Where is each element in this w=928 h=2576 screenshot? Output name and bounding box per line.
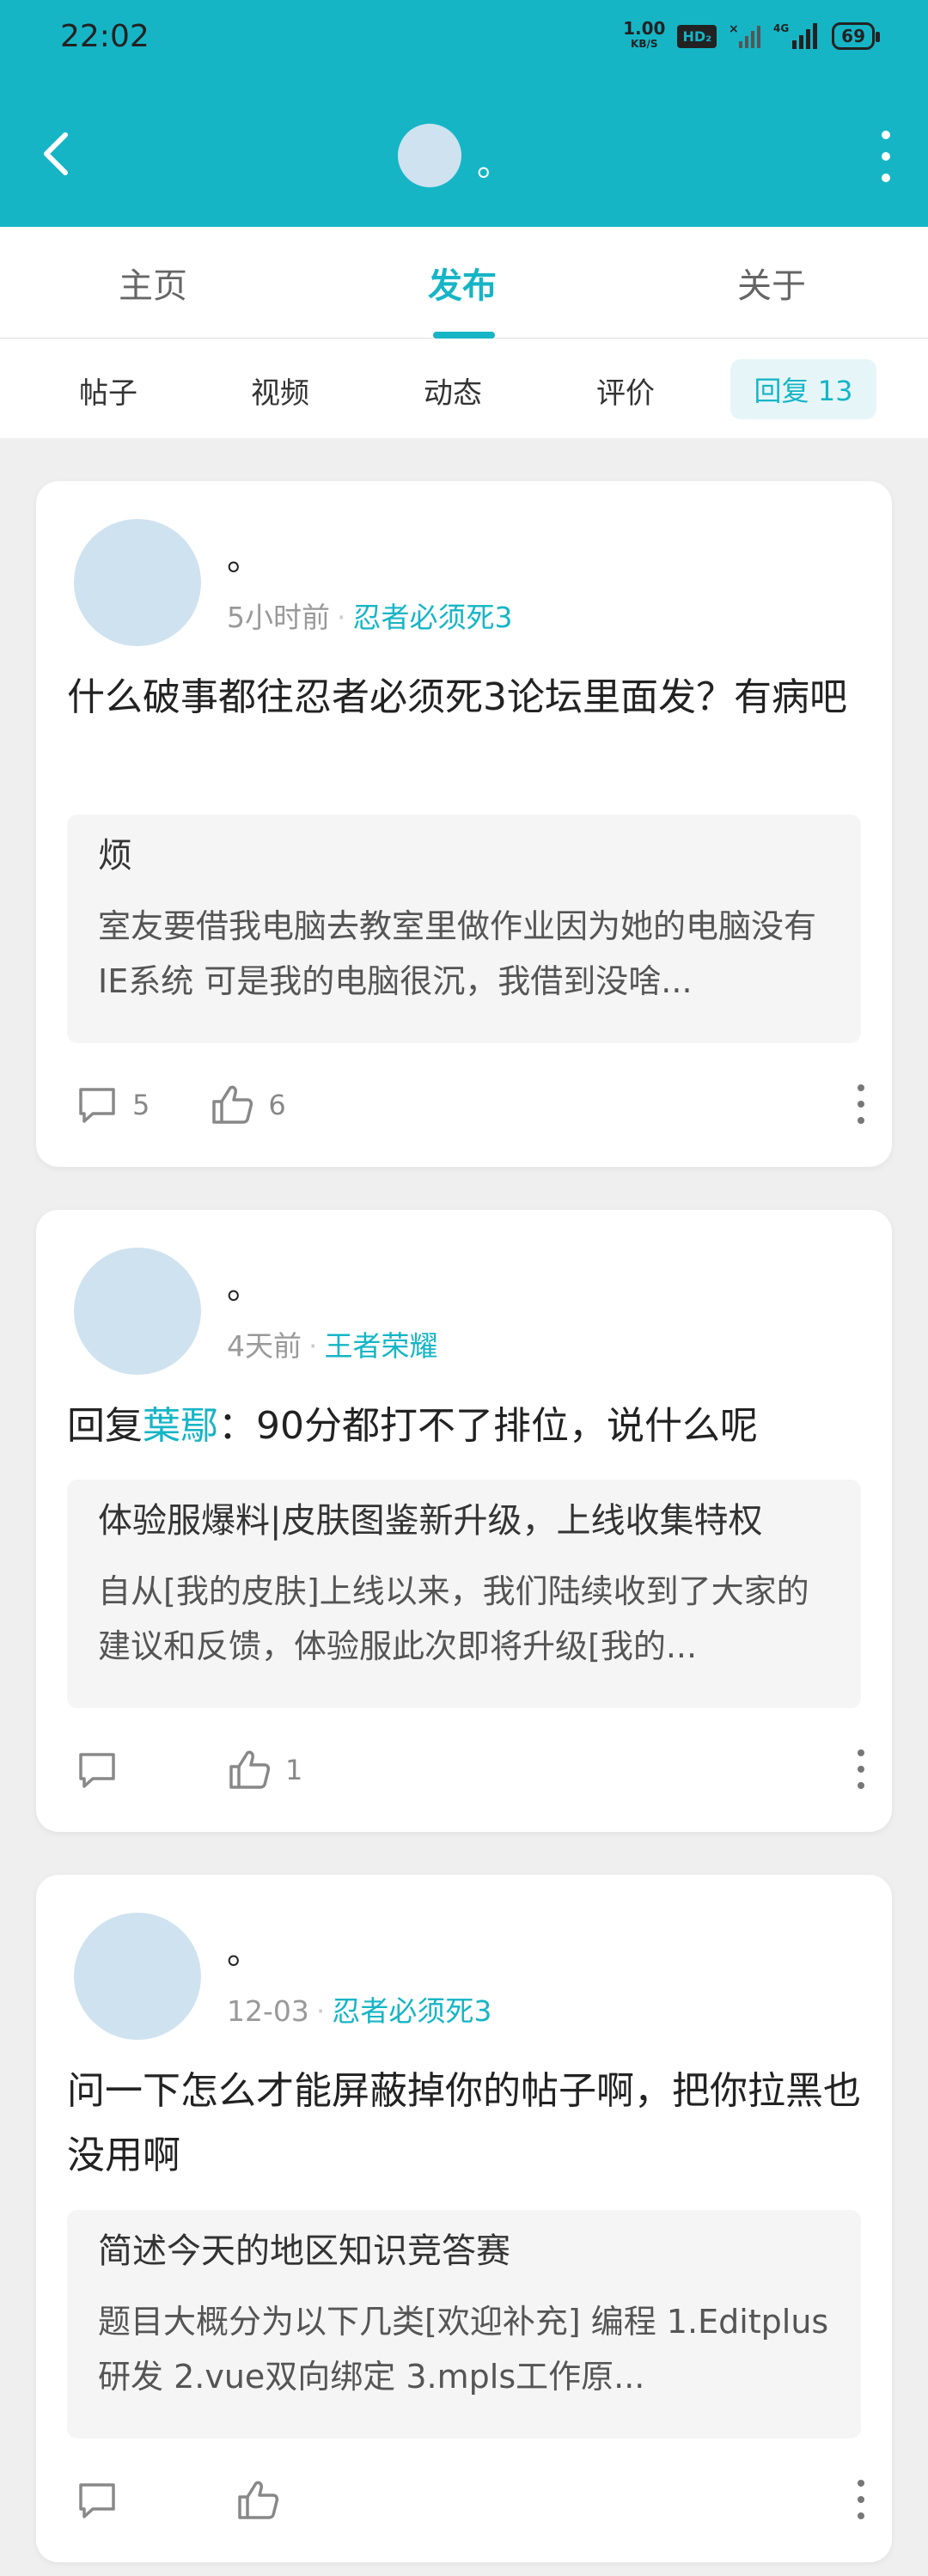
meta-separator: · <box>337 601 346 634</box>
more-dot <box>858 1101 864 1108</box>
post-title: 问一下怎么才能屏蔽掉你的帖子啊，把你拉黑也没用啊 <box>67 2069 861 2177</box>
post-card[interactable]: 。 4天前 · 王者荣耀 回复葉鄢：90分都打不了排位，说什么呢 体验服爆料|皮肤图… <box>36 1210 892 1832</box>
sub-tabs: 帖子 视频 动态 评价 回复 13 <box>0 339 928 438</box>
like-button[interactable]: 1 <box>227 1748 302 1792</box>
tab-about[interactable]: 关于 <box>737 258 806 308</box>
subtab-videos[interactable]: 视频 <box>251 369 309 412</box>
comment-icon <box>79 1088 115 1123</box>
post-card[interactable]: 。 12-03 · 忍者必须死3 问一下怎么才能屏蔽掉你的帖子啊，把你拉黑也没用啊 … <box>36 1875 892 2562</box>
battery-icon: 69 <box>832 22 880 50</box>
card-more-button[interactable] <box>856 2480 866 2519</box>
meta-separator: · <box>315 1994 326 2028</box>
back-button[interactable] <box>34 124 77 184</box>
post-meta: 5小时前 · 忍者必须死3 <box>227 595 513 636</box>
reply-text: ：90分都打不了排位，说什么呢 <box>218 1404 758 1448</box>
more-dot <box>882 131 890 139</box>
post-actions: 5 6 <box>76 1079 866 1131</box>
more-dot <box>858 2480 864 2487</box>
comment-button[interactable]: 5 <box>76 1084 150 1126</box>
more-dot <box>858 2496 864 2503</box>
user-avatar[interactable] <box>398 124 461 187</box>
tab-home[interactable]: 主页 <box>119 258 187 308</box>
comment-button[interactable] <box>76 2480 132 2521</box>
thumbs-up-icon <box>212 1085 253 1124</box>
status-time: 22:02 <box>60 19 150 54</box>
reply-to-user[interactable]: 葉鄢 <box>143 1404 218 1448</box>
svg-text:×: × <box>729 22 739 36</box>
forum-link[interactable]: 忍者必须死3 <box>353 601 513 634</box>
quoted-post-title: 简述今天的地区知识竞答赛 <box>98 2231 510 2271</box>
like-count: 6 <box>268 1089 286 1121</box>
author-name: 。 <box>227 539 261 578</box>
comment-icon <box>79 2483 115 2518</box>
more-options-button[interactable] <box>873 131 899 182</box>
more-dot <box>858 1084 864 1091</box>
forum-link[interactable]: 王者荣耀 <box>325 1329 438 1363</box>
subtab-reviews[interactable]: 评价 <box>596 369 655 412</box>
comment-icon <box>79 1753 115 1788</box>
post-actions: 1 <box>76 1744 866 1796</box>
meta-separator: · <box>308 1329 318 1363</box>
quoted-post[interactable]: 烦 室友要借我电脑去教室里做作业因为她的电脑没有IE系统 可是我的电脑很沉，我借… <box>67 815 861 1043</box>
hd-voice-icon: HD₂ <box>677 24 717 48</box>
active-tab-indicator <box>433 332 495 339</box>
author-name: 。 <box>227 1932 261 1972</box>
like-button[interactable]: 6 <box>210 1083 286 1127</box>
more-dot <box>858 1766 864 1773</box>
quoted-post-body: 自从[我的皮肤]上线以来，我们陆续收到了大家的建议和反馈，体验服此次即将升级[我… <box>98 1572 809 1665</box>
status-icons: 1.00 KB/S HD₂ × 4G 69 <box>623 20 880 52</box>
comment-button[interactable] <box>76 1749 132 1791</box>
quoted-post[interactable]: 简述今天的地区知识竞答赛 题目大概分为以下几类[欢迎补充] 编程 1.Editp… <box>67 2210 861 2439</box>
post-card[interactable]: 。 5小时前 · 忍者必须死3 什么破事都往忍者必须死3论坛里面发？有病吧 烦 室友… <box>36 481 892 1167</box>
tab-posts-published[interactable]: 发布 <box>428 258 497 308</box>
card-more-button[interactable] <box>856 1749 866 1789</box>
card-more-button[interactable] <box>856 1084 866 1124</box>
main-tabs: 主页 发布 关于 <box>0 227 928 339</box>
like-count: 1 <box>285 1754 303 1786</box>
more-dot <box>858 1782 864 1789</box>
more-dot <box>858 2512 864 2519</box>
forum-link[interactable]: 忍者必须死3 <box>332 1994 491 2028</box>
thumbs-up-icon <box>229 1750 271 1789</box>
author-name: 。 <box>227 1267 261 1307</box>
post-actions <box>76 2475 866 2526</box>
post-title: 回复葉鄢：90分都打不了排位，说什么呢 <box>67 1394 866 1458</box>
quoted-post-title: 体验服爆料|皮肤图鉴新升级，上线收集特权 <box>98 1501 763 1541</box>
wifi-off-signal-icon: × <box>729 22 761 48</box>
avatar[interactable] <box>74 1913 201 2040</box>
more-dot <box>882 152 890 161</box>
quoted-post-body: 室友要借我电脑去教室里做作业因为她的电脑没有IE系统 可是我的电脑很沉，我借到没… <box>98 907 817 1000</box>
thumbs-up-icon <box>238 2481 279 2519</box>
more-dot <box>858 1117 864 1124</box>
subtab-moments[interactable]: 动态 <box>424 369 482 412</box>
user-name: 。 <box>477 144 511 184</box>
chevron-left-icon <box>44 132 68 175</box>
like-button[interactable] <box>235 2478 294 2523</box>
more-dot <box>882 174 890 182</box>
quoted-post-title: 烦 <box>98 836 132 876</box>
post-meta: 4天前 · 王者荣耀 <box>227 1323 438 1364</box>
svg-text:4G: 4G <box>773 22 789 34</box>
post-meta: 12-03 · 忍者必须死3 <box>227 1988 491 2030</box>
cellular-signal-icon: 4G <box>773 22 818 49</box>
post-title: 什么破事都往忍者必须死3论坛里面发？有病吧 <box>67 675 847 719</box>
avatar[interactable] <box>74 519 201 646</box>
post-time: 5小时前 <box>227 601 330 634</box>
post-time: 12-03 <box>227 1994 309 2028</box>
reply-prefix: 回复 <box>67 1404 143 1448</box>
avatar[interactable] <box>74 1248 201 1375</box>
top-app-bar: 22:02 1.00 KB/S HD₂ × 4G 69 。 <box>0 0 928 227</box>
post-time: 4天前 <box>227 1329 302 1363</box>
quoted-post[interactable]: 体验服爆料|皮肤图鉴新升级，上线收集特权 自从[我的皮肤]上线以来，我们陆续收到… <box>67 1480 861 1708</box>
quoted-post-body: 题目大概分为以下几类[欢迎补充] 编程 1.Editplus研发 2.vue双向… <box>98 2303 829 2396</box>
subtab-replies[interactable]: 回复 13 <box>730 359 876 419</box>
more-dot <box>858 1749 864 1756</box>
comment-count: 5 <box>132 1089 150 1121</box>
network-speed: 1.00 KB/S <box>623 20 665 52</box>
subtab-threads[interactable]: 帖子 <box>79 369 137 412</box>
